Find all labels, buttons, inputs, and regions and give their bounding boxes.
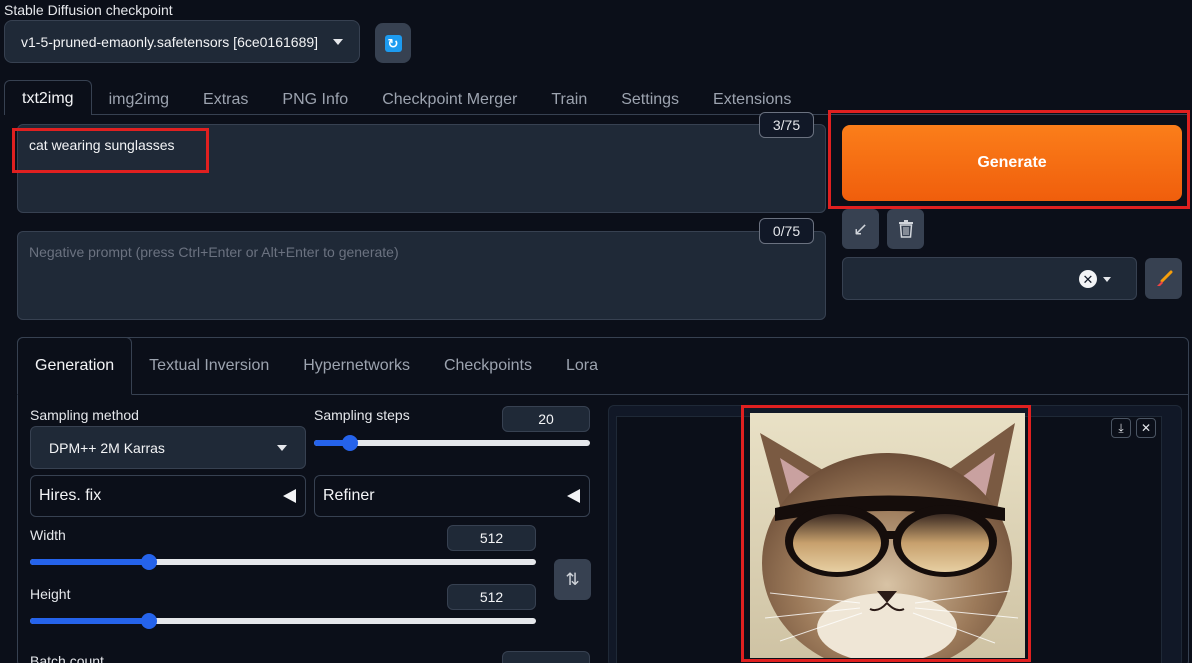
sampling-method-label: Sampling method [30, 407, 139, 423]
sampling-method-dropdown[interactable]: DPM++ 2M Karras [30, 426, 306, 469]
trash-icon [898, 220, 913, 238]
tab-extras[interactable]: Extras [186, 80, 265, 115]
tab-train[interactable]: Train [534, 80, 604, 115]
tab-lora[interactable]: Lora [549, 337, 615, 395]
slider-fill [30, 559, 149, 565]
edit-styles-button[interactable] [1145, 258, 1182, 299]
tab-png-info[interactable]: PNG Info [265, 80, 365, 115]
tab-textual-inversion[interactable]: Textual Inversion [132, 337, 286, 395]
download-icon[interactable]: ⤓ [1111, 418, 1131, 438]
height-slider[interactable] [30, 613, 536, 629]
tab-checkpoint-merger[interactable]: Checkpoint Merger [365, 80, 534, 115]
tab-settings[interactable]: Settings [604, 80, 696, 115]
width-input[interactable]: 512 [447, 525, 536, 551]
width-slider[interactable] [30, 554, 536, 570]
sampling-steps-label: Sampling steps [314, 407, 410, 423]
sampling-steps-slider[interactable] [314, 435, 590, 451]
tab-extensions[interactable]: Extensions [696, 80, 808, 115]
height-input[interactable]: 512 [447, 584, 536, 610]
checkpoint-dropdown[interactable]: v1-5-pruned-emaonly.safetensors [6ce0161… [4, 20, 360, 63]
slider-thumb[interactable] [141, 554, 157, 570]
slider-thumb[interactable] [141, 613, 157, 629]
arrow-icon: ↙ [852, 218, 869, 239]
batch-count-input[interactable] [502, 651, 590, 663]
hires-fix-accordion[interactable]: Hires. fix [30, 475, 306, 517]
checkpoint-value: v1-5-pruned-emaonly.safetensors [6ce0161… [21, 33, 319, 50]
tab-img2img[interactable]: img2img [92, 80, 186, 115]
chevron-down-icon [277, 444, 287, 451]
negative-prompt-token-counter: 0/75 [759, 218, 814, 244]
width-label: Width [30, 527, 66, 543]
batch-count-label: Batch count [30, 653, 104, 663]
tab-hypernetworks[interactable]: Hypernetworks [286, 337, 427, 395]
tab-checkpoints[interactable]: Checkpoints [427, 337, 549, 395]
prompt-token-counter: 3/75 [759, 112, 814, 138]
collapse-arrow-icon [283, 489, 296, 503]
checkpoint-label: Stable Diffusion checkpoint [4, 2, 173, 18]
slider-fill [30, 618, 149, 624]
clear-prompt-button[interactable] [887, 209, 924, 249]
image-highlight [741, 405, 1031, 662]
sampling-steps-input[interactable]: 20 [502, 406, 590, 432]
close-icon[interactable]: ✕ [1079, 270, 1097, 288]
refresh-checkpoint-button[interactable]: ↻ [375, 23, 411, 63]
hires-fix-label: Hires. fix [39, 487, 102, 504]
chevron-down-icon [1103, 277, 1111, 282]
styles-dropdown[interactable]: ✕ [842, 257, 1137, 300]
tab-generation[interactable]: Generation [17, 337, 133, 395]
swap-icon: ⇅ [565, 569, 580, 589]
negative-prompt-placeholder: Negative prompt (press Ctrl+Enter or Alt… [29, 244, 399, 260]
refresh-icon: ↻ [384, 34, 402, 52]
brush-icon [1156, 270, 1172, 286]
height-label: Height [30, 586, 71, 602]
sampling-method-value: DPM++ 2M Karras [49, 439, 165, 456]
collapse-arrow-icon [567, 489, 580, 503]
refiner-label: Refiner [323, 487, 375, 504]
slider-thumb[interactable] [342, 435, 358, 451]
generate-highlight [828, 110, 1190, 209]
swap-dimensions-button[interactable]: ⇅ [554, 559, 591, 600]
sub-tabs: Generation Textual Inversion Hypernetwor… [17, 337, 615, 395]
chevron-down-icon [333, 38, 343, 45]
close-icon[interactable]: ✕ [1136, 418, 1156, 438]
main-tabs: txt2img img2img Extras PNG Info Checkpoi… [4, 80, 808, 115]
refiner-accordion[interactable]: Refiner [314, 475, 590, 517]
tab-txt2img[interactable]: txt2img [4, 80, 92, 115]
read-params-button[interactable]: ↙ [842, 209, 879, 249]
prompt-highlight [12, 128, 209, 173]
negative-prompt-input[interactable]: Negative prompt (press Ctrl+Enter or Alt… [17, 231, 826, 320]
